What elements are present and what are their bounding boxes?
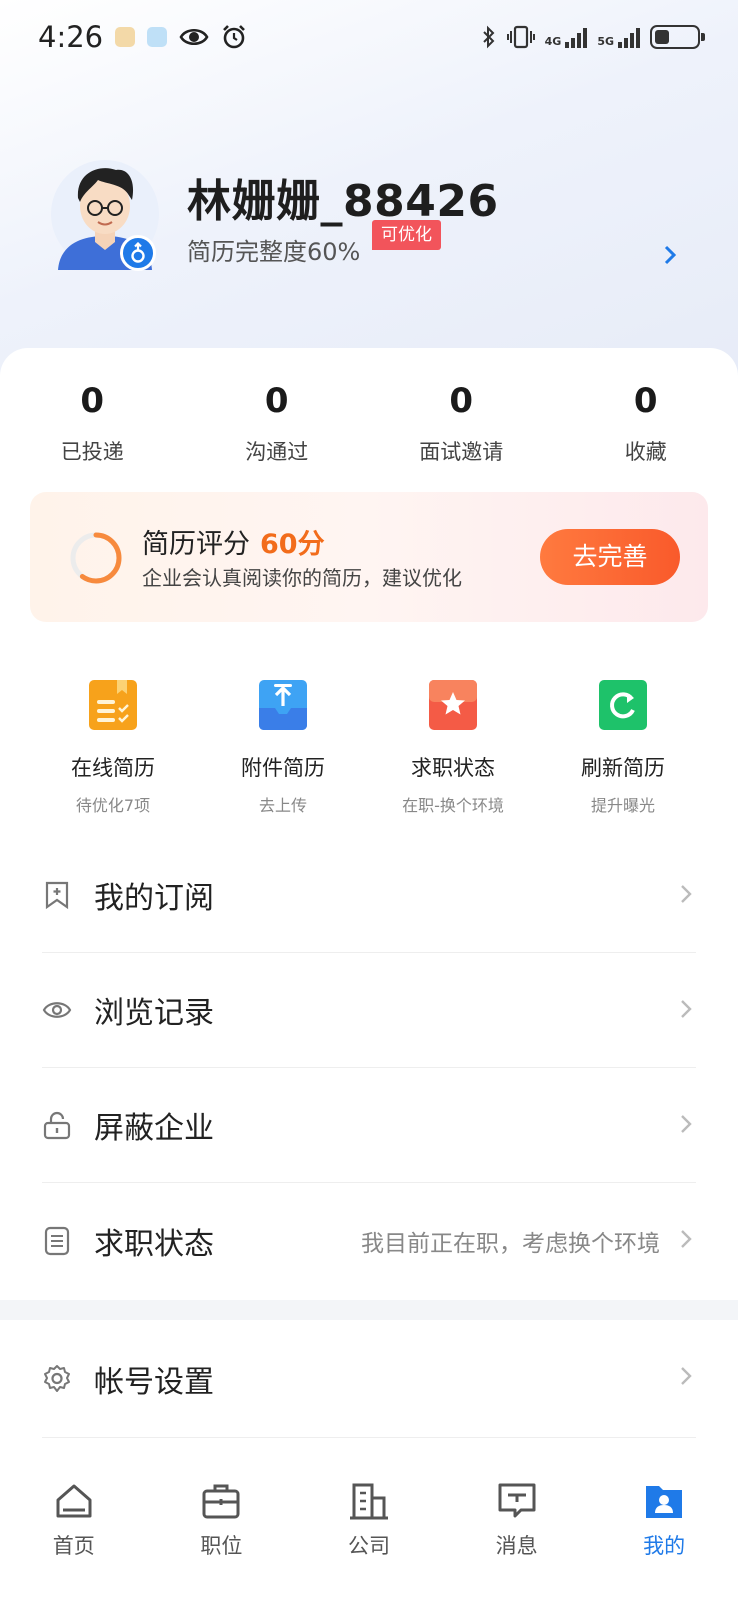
stat-value: 0 xyxy=(264,381,289,421)
quick-sub: 提升曝光 xyxy=(590,796,655,815)
menu-list: 我的订阅 浏览记录 屏蔽企业 求职状态 我目前正在职，考虑换个环境 xyxy=(42,838,696,1298)
app-notification-icon xyxy=(115,27,136,47)
job-status-value: 我目前正在职，考虑换个环境 xyxy=(361,1230,660,1257)
attachment-upload-icon xyxy=(259,680,307,730)
menu-label: 帐号设置 xyxy=(94,1364,214,1400)
status-right: 4G 5G xyxy=(481,25,705,49)
tab-messages[interactable]: 消息 xyxy=(443,1460,591,1600)
chevron-right-icon xyxy=(681,1230,692,1248)
alarm-icon xyxy=(223,25,246,49)
signal-4g-icon: 4G xyxy=(545,26,588,48)
network-type-5g: 5G xyxy=(597,35,614,48)
stat-value: 0 xyxy=(633,381,658,421)
vibrate-icon xyxy=(506,25,535,49)
stat-delivered[interactable]: 0 已投递 xyxy=(0,376,185,466)
quick-label: 求职状态 xyxy=(411,756,495,780)
tab-me[interactable]: 我的 xyxy=(590,1460,738,1600)
profile-icon xyxy=(646,1486,683,1518)
tab-label: 公司 xyxy=(347,1534,390,1558)
document-icon xyxy=(44,1226,70,1255)
lock-icon xyxy=(43,1111,71,1140)
message-icon xyxy=(498,1483,536,1518)
home-icon xyxy=(56,1484,92,1518)
tab-label: 我的 xyxy=(643,1534,686,1558)
quick-label: 在线简历 xyxy=(71,756,155,780)
quick-actions: 在线简历 待优化7项 附件简历 去上传 求职状态 在职-换个环境 刷新简历 提升… xyxy=(28,678,708,816)
stat-value: 0 xyxy=(80,381,105,421)
username: 林姗姗_88426 xyxy=(187,176,499,227)
bottom-tab-bar: 首页 职位 公司 消息 我的 xyxy=(0,1460,738,1600)
battery-icon xyxy=(650,25,705,49)
signal-5g-icon: 5G xyxy=(597,26,640,48)
quick-online-resume[interactable]: 在线简历 待优化7项 xyxy=(28,678,198,816)
menu-item-browse-history[interactable]: 浏览记录 xyxy=(42,953,696,1068)
quick-sub: 在职-换个环境 xyxy=(402,796,504,815)
stat-communicated[interactable]: 0 沟通过 xyxy=(185,376,370,466)
tab-label: 消息 xyxy=(495,1534,538,1558)
score-label: 简历评分 xyxy=(142,529,250,560)
menu-item-account-settings[interactable]: 帐号设置 xyxy=(42,1320,696,1438)
stat-favorites[interactable]: 0 收藏 xyxy=(554,376,738,466)
stats-row: 0 已投递 0 沟通过 0 面试邀请 0 收藏 xyxy=(0,376,738,466)
score-description: 企业会认真阅读你的简历，建议优化 xyxy=(142,566,462,590)
stat-label: 沟通过 xyxy=(245,440,309,464)
gear-icon xyxy=(44,1364,70,1392)
tab-label: 首页 xyxy=(52,1534,95,1558)
stat-interviews[interactable]: 0 面试邀请 xyxy=(369,376,554,466)
chevron-right-icon xyxy=(681,1115,692,1133)
briefcase-icon xyxy=(202,1484,240,1519)
quick-attachment-resume[interactable]: 附件简历 去上传 xyxy=(198,678,368,816)
bookmark-icon xyxy=(45,881,69,910)
chevron-right-icon xyxy=(681,1000,692,1018)
quick-sub: 去上传 xyxy=(258,796,307,815)
stat-label: 已投递 xyxy=(60,440,124,464)
online-resume-icon xyxy=(89,680,137,730)
star-status-icon xyxy=(429,680,477,730)
menu-item-blocked-companies[interactable]: 屏蔽企业 xyxy=(42,1068,696,1183)
improve-resume-button[interactable]: 去完善 xyxy=(540,529,680,585)
quick-sub: 待优化7项 xyxy=(75,796,151,815)
bluetooth-icon xyxy=(482,25,495,49)
app-notification-icon xyxy=(147,27,168,47)
menu-item-subscriptions[interactable]: 我的订阅 xyxy=(42,838,696,953)
quick-refresh-resume[interactable]: 刷新简历 提升曝光 xyxy=(538,678,708,816)
refresh-icon xyxy=(599,680,647,730)
profile-header[interactable]: 林姗姗_88426 简历完整度60% 可优化 xyxy=(50,150,690,280)
chevron-right-icon[interactable] xyxy=(664,245,676,265)
chevron-right-icon xyxy=(681,1367,692,1385)
male-gender-icon xyxy=(120,235,156,271)
chevron-right-icon xyxy=(681,885,692,903)
score-title: 简历评分 60分 xyxy=(142,522,325,561)
stat-label: 收藏 xyxy=(624,440,667,464)
tab-label: 职位 xyxy=(200,1534,243,1558)
main-card: 0 已投递 0 沟通过 0 面试邀请 0 收藏 简历评分 60分 企业会认真阅读你… xyxy=(0,348,738,1300)
resume-completeness: 简历完整度60% xyxy=(187,238,361,266)
menu-label: 求职状态 xyxy=(94,1226,214,1262)
network-type-4g: 4G xyxy=(544,35,562,48)
tab-jobs[interactable]: 职位 xyxy=(148,1460,296,1600)
stat-label: 面试邀请 xyxy=(419,440,504,464)
optimize-tag: 可优化 xyxy=(372,220,441,250)
score-progress-ring xyxy=(70,532,122,584)
tab-home[interactable]: 首页 xyxy=(0,1460,148,1600)
battery-level xyxy=(655,30,669,44)
resume-score-banner[interactable]: 简历评分 60分 企业会认真阅读你的简历，建议优化 去完善 xyxy=(30,492,708,622)
menu-label: 屏蔽企业 xyxy=(94,1111,214,1146)
score-value: 60分 xyxy=(260,529,325,560)
eye-icon xyxy=(42,1002,72,1018)
stat-value: 0 xyxy=(449,381,474,421)
status-left: 4:26 xyxy=(38,20,247,54)
menu-label: 浏览记录 xyxy=(94,996,214,1031)
menu-label: 我的订阅 xyxy=(94,881,214,916)
eye-status-icon xyxy=(179,28,209,46)
status-time: 4:26 xyxy=(38,20,104,54)
quick-label: 附件简历 xyxy=(241,756,325,780)
quick-label: 刷新简历 xyxy=(581,756,665,780)
menu-item-job-status[interactable]: 求职状态 我目前正在职，考虑换个环境 xyxy=(42,1183,696,1298)
tab-companies[interactable]: 公司 xyxy=(295,1460,443,1600)
status-bar: 4:26 4G 5G xyxy=(0,0,738,74)
building-icon xyxy=(349,1483,388,1520)
quick-job-status[interactable]: 求职状态 在职-换个环境 xyxy=(368,678,538,816)
